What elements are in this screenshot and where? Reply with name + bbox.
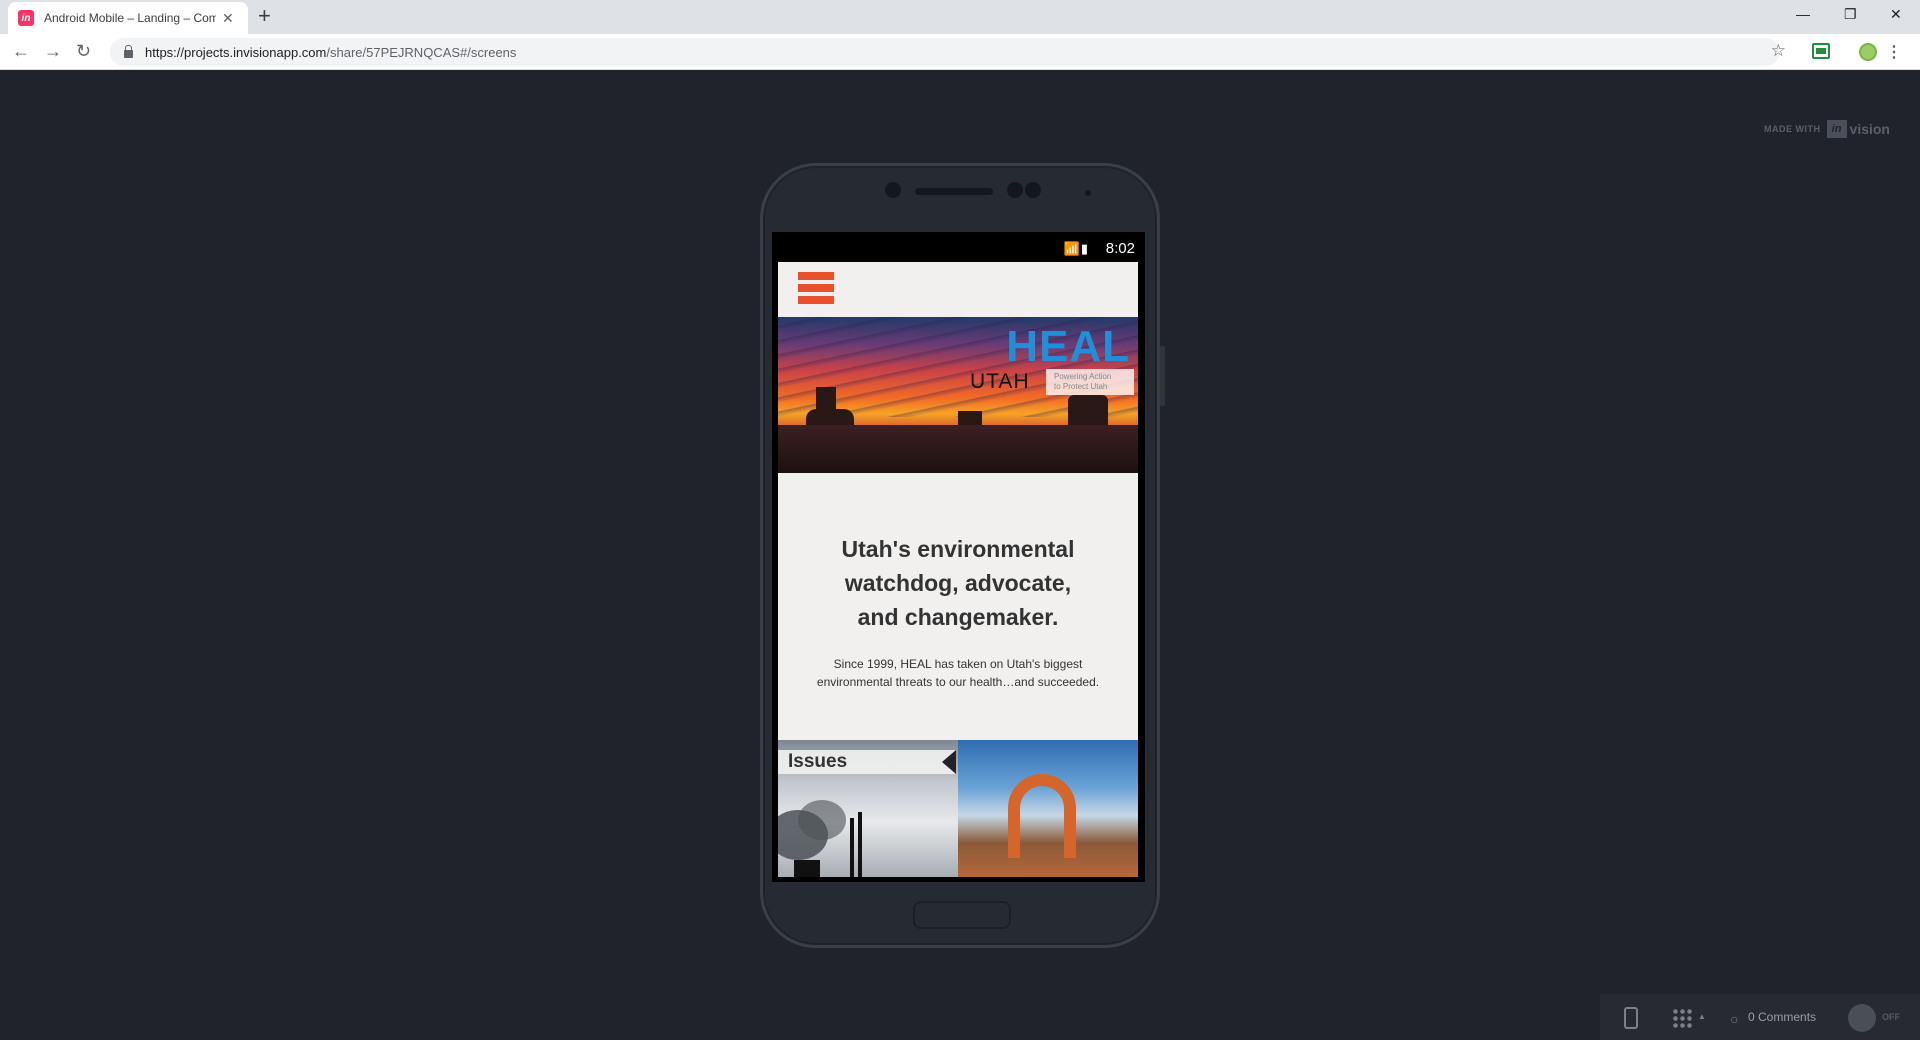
tagline-line-2: to Protect Utah bbox=[1054, 382, 1108, 391]
issues-label: Issues bbox=[778, 750, 956, 774]
browser-toolbar: ← → ↻ https://projects.invisionapp.com/s… bbox=[0, 34, 1920, 70]
invision-logo-box: in bbox=[1826, 120, 1847, 138]
home-button bbox=[913, 901, 1011, 929]
heal-logo-text: HEAL bbox=[1006, 322, 1130, 371]
butte-right bbox=[1068, 395, 1108, 427]
feature-tiles: Issues bbox=[778, 740, 1138, 877]
headline-line-3: and changemaker. bbox=[857, 604, 1059, 630]
invision-logo: in vision bbox=[1826, 120, 1890, 138]
status-time: 8:02 bbox=[1105, 240, 1135, 257]
sensor-left bbox=[1007, 182, 1023, 198]
front-camera-icon bbox=[885, 182, 901, 198]
android-status-bar: 📶▮ 8:02 bbox=[772, 232, 1145, 262]
main-headline: Utah's environmental watchdog, advocate,… bbox=[778, 532, 1138, 634]
delicate-arch-tile[interactable] bbox=[958, 740, 1138, 877]
forward-button[interactable]: → bbox=[44, 42, 62, 60]
made-with-label: MADE WITH bbox=[1764, 124, 1821, 134]
smokestack bbox=[850, 818, 854, 877]
intro-paragraph: Since 1999, HEAL has taken on Utah's big… bbox=[794, 655, 1122, 691]
caret-up-icon[interactable]: ▲ bbox=[1698, 1012, 1706, 1021]
issues-ribbon-notch bbox=[942, 750, 956, 774]
url-path: /share/57PEJRNQCAS#/screens bbox=[326, 44, 517, 60]
extension-icon[interactable] bbox=[1812, 43, 1830, 59]
logo-tagline: Powering Action to Protect Utah bbox=[1046, 369, 1134, 395]
smokestack-2 bbox=[858, 812, 862, 877]
tab-close-icon[interactable]: ✕ bbox=[222, 10, 234, 27]
sensor-right bbox=[1025, 182, 1041, 198]
tab-title: Android Mobile – Landing – Com bbox=[44, 11, 216, 25]
back-button[interactable]: ← bbox=[12, 42, 30, 60]
phone-screen: 📶▮ 8:02 HEAL UTAH Powering Action to Pro… bbox=[772, 232, 1145, 882]
browser-menu-icon[interactable]: ⋮ bbox=[1886, 42, 1902, 62]
smoke-cloud-2 bbox=[798, 800, 846, 840]
reload-button[interactable]: ↻ bbox=[76, 42, 91, 60]
invision-favicon-icon: in bbox=[18, 10, 34, 26]
signal-battery-icons: 📶▮ bbox=[1063, 241, 1089, 256]
landing-page: HEAL UTAH Powering Action to Protect Uta… bbox=[778, 262, 1138, 877]
address-bar[interactable]: https://projects.invisionapp.com/share/5… bbox=[110, 38, 1780, 66]
intro-line-1: Since 1999, HEAL has taken on Utah's big… bbox=[833, 657, 1083, 671]
heal-utah-logo[interactable]: HEAL UTAH Powering Action to Protect Uta… bbox=[970, 322, 1134, 395]
headline-line-1: Utah's environmental bbox=[841, 536, 1075, 562]
intro-line-2: environmental threats to our health…and … bbox=[816, 675, 1100, 689]
window-close-button[interactable]: ✕ bbox=[1890, 6, 1902, 23]
screens-grid-icon[interactable] bbox=[1672, 1008, 1694, 1028]
restore-button[interactable]: ❐ bbox=[1844, 6, 1857, 23]
invision-logo-word: vision bbox=[1849, 121, 1890, 137]
url-text: https://projects.invisionapp.com/share/5… bbox=[145, 45, 516, 60]
site-header bbox=[778, 262, 1138, 317]
browser-tab-bar: in Android Mobile – Landing – Com ✕ + — … bbox=[0, 0, 1920, 34]
delicate-arch bbox=[1008, 774, 1076, 858]
comments-count[interactable]: 0 Comments bbox=[1748, 1010, 1816, 1024]
device-frame-icon[interactable] bbox=[1624, 1007, 1638, 1029]
url-domain: https://projects.invisionapp.com bbox=[145, 44, 327, 60]
power-key bbox=[1160, 346, 1165, 406]
bookmark-star-icon[interactable]: ☆ bbox=[1771, 41, 1786, 61]
lock-icon bbox=[124, 45, 133, 58]
tagline-line-1: Powering Action bbox=[1054, 372, 1112, 381]
proximity-sensor bbox=[1085, 190, 1091, 196]
browser-tab[interactable]: in Android Mobile – Landing – Com ✕ bbox=[8, 2, 248, 34]
toggle-state-label: OFF bbox=[1882, 1012, 1900, 1022]
desert-floor bbox=[778, 425, 1138, 473]
comment-icon[interactable]: ○ bbox=[1730, 1011, 1738, 1027]
invision-bottom-bar: ▲ ○ 0 Comments OFF bbox=[1600, 994, 1920, 1040]
new-tab-button[interactable]: + bbox=[258, 5, 271, 27]
utah-logo-text: UTAH bbox=[970, 370, 1030, 393]
earpiece-speaker bbox=[915, 188, 993, 195]
comment-mode-toggle[interactable] bbox=[1848, 1004, 1876, 1032]
profile-avatar[interactable] bbox=[1859, 43, 1877, 61]
issues-tile[interactable]: Issues bbox=[778, 740, 958, 877]
hero-banner: HEAL UTAH Powering Action to Protect Uta… bbox=[778, 317, 1138, 473]
minimize-button[interactable]: — bbox=[1796, 6, 1810, 22]
hamburger-menu-icon[interactable] bbox=[798, 272, 834, 308]
factory-building bbox=[794, 860, 820, 877]
made-with-invision[interactable]: MADE WITH in vision bbox=[1764, 120, 1890, 138]
headline-line-2: watchdog, advocate, bbox=[844, 570, 1072, 596]
